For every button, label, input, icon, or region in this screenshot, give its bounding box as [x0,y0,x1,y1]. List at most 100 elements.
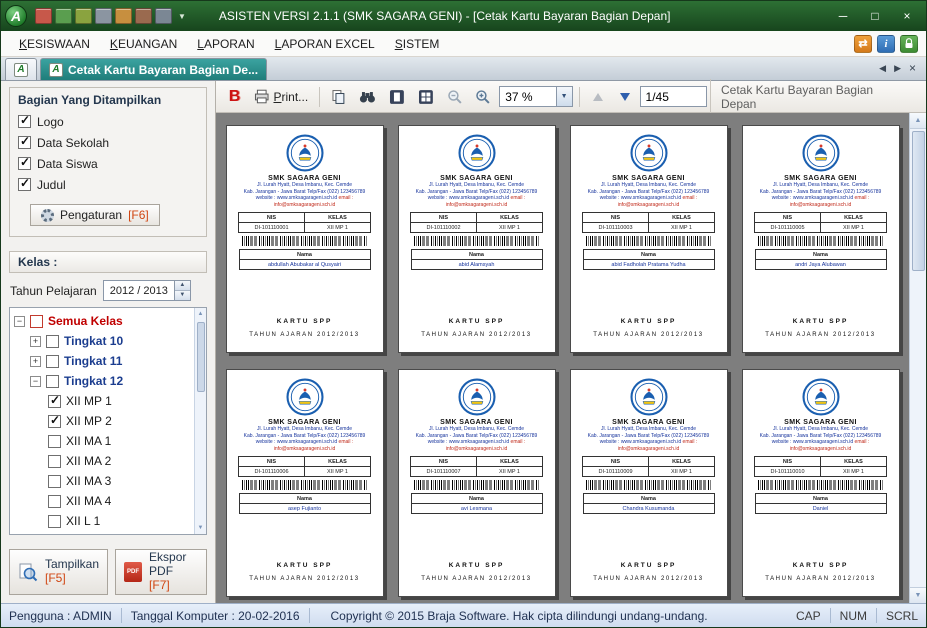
card-year-line: TAHUN AJARAN 2012/2013 [765,576,876,582]
expander-icon[interactable]: − [14,315,25,327]
sync-icon[interactable]: ⇄ [854,34,872,53]
qat-tools-icon[interactable] [115,8,132,24]
class-checkbox[interactable] [48,494,61,508]
sidebar: Bagian Yang Ditampilkan Logo Data Sekola… [1,81,216,603]
class-checkbox[interactable] [48,514,61,528]
info-icon[interactable]: i [877,34,895,53]
combo-dropdown-icon[interactable]: ▼ [555,87,572,106]
menu-kesiswaan[interactable]: KESISWAAN [9,32,100,56]
spinner-up-icon[interactable]: ▲ [174,281,190,290]
find-button[interactable] [354,85,381,109]
menu-laporan[interactable]: LAPORAN [187,32,264,56]
page-number-input[interactable] [640,87,706,106]
page-number-field[interactable] [639,86,707,107]
qat-icon-3[interactable] [75,8,92,24]
class-checkbox[interactable] [48,535,61,536]
qat-lock-icon[interactable] [95,8,112,24]
menu-keuangan[interactable]: KEUANGAN [100,32,187,56]
nis-value: DI-101110003 [582,222,649,233]
tab-scroll-left-icon[interactable]: ◀ [879,63,886,74]
scroll-down-icon[interactable]: ▼ [198,522,204,534]
tree-row-class[interactable]: XII MA 3 [48,471,192,491]
tree-row-tingkat-11[interactable]: + Tingkat 11 [30,351,192,371]
preview-scrollbar-thumb[interactable] [911,131,925,271]
card-website: website : www.smksagarageni.sch.id [255,439,338,445]
close-button[interactable]: × [892,5,922,27]
tab-home[interactable]: A [5,58,37,80]
tree-row-class[interactable]: XII MP 1 [48,391,192,411]
ekspor-pdf-button[interactable]: PDF Ekspor PDF [F7] [115,549,207,595]
class-checkbox[interactable] [48,413,61,428]
tree-row-tingkat-10[interactable]: + Tingkat 10 [30,331,192,351]
payment-card: SMK SAGARA GENI Jl. Lurah Hyatt, Desa Im… [569,125,728,353]
preview-scrollbar[interactable]: ▲ ▼ [909,113,926,603]
tree-row-class[interactable]: XII L 2 [48,531,192,536]
expander-icon[interactable]: + [30,355,41,367]
class-checkbox[interactable] [48,454,61,468]
option-data-siswa[interactable]: Data Siswa [18,153,198,174]
tree-scrollbar[interactable]: ▲ ▼ [194,308,206,534]
menu-laporan-excel[interactable]: LAPORAN EXCEL [265,32,385,56]
option-data-sekolah[interactable]: Data Sekolah [18,132,198,153]
spinner-down-icon[interactable]: ▼ [174,290,190,300]
logo-checkbox[interactable] [18,113,31,128]
option-logo[interactable]: Logo [18,111,198,132]
tree-row-class[interactable]: XII MA 2 [48,451,192,471]
minimize-button[interactable]: ─ [828,5,858,27]
judul-checkbox[interactable] [18,176,31,191]
zoom-in-button[interactable] [470,85,496,109]
tingkat-11-checkbox[interactable] [46,354,59,368]
tree-row-semua-kelas[interactable]: − Semua Kelas [14,311,192,331]
qat-icon-2[interactable] [55,8,72,24]
tampilkan-button[interactable]: Tampilkan [F5] [9,549,109,595]
tutwuri-handayani-logo-icon [629,134,668,172]
lock-icon[interactable] [900,34,918,53]
zoom-level-input[interactable] [500,87,556,106]
next-page-button[interactable] [613,85,637,109]
pengaturan-button[interactable]: Pengaturan [F6] [30,204,160,226]
qat-database-icon[interactable] [155,8,172,24]
scroll-up-icon[interactable]: ▲ [910,113,926,129]
expander-icon[interactable]: − [30,375,41,387]
tree-row-class[interactable]: XII L 1 [48,511,192,531]
scroll-up-icon[interactable]: ▲ [198,308,204,320]
data-sekolah-checkbox[interactable] [18,134,31,149]
zoom-level-combo[interactable]: ▼ [499,86,573,107]
qat-dropdown-icon[interactable]: ▼ [175,12,189,21]
tree-row-class[interactable]: XII MA 1 [48,431,192,451]
tahun-pelajaran-spinner[interactable]: 2012 / 2013 ▲ ▼ [102,280,191,301]
expander-icon[interactable]: + [30,335,41,347]
menu-sistem[interactable]: SISTEM [385,32,450,56]
qat-icon-6[interactable] [135,8,152,24]
tree-scrollbar-thumb[interactable] [196,322,205,392]
print-button[interactable]: Print... [249,85,313,109]
tree-row-class[interactable]: XII MA 4 [48,491,192,511]
scroll-down-icon[interactable]: ▼ [910,587,926,603]
tingkat-10-checkbox[interactable] [46,334,59,348]
maximize-button[interactable]: □ [860,5,890,27]
tingkat-12-checkbox[interactable] [46,374,59,388]
tab-scroll-right-icon[interactable]: ▶ [894,63,901,74]
tahun-pelajaran-value[interactable]: 2012 / 2013 [104,285,174,297]
option-judul[interactable]: Judul [18,174,198,195]
card-id-table: NIS KELAS DI-101110006 XII MP 1 [238,456,371,477]
card-year-line: TAHUN AJARAN 2012/2013 [593,332,704,338]
multi-page-view-button[interactable] [413,85,439,109]
copy-button[interactable] [326,85,351,109]
tab-close-icon[interactable]: × [909,61,916,75]
qat-icon-1[interactable] [35,8,52,24]
tab-cetak-kartu[interactable]: A Cetak Kartu Bayaran Bagian De... [40,58,268,80]
class-checkbox[interactable] [48,393,61,408]
payment-card: SMK SAGARA GENI Jl. Lurah Hyatt, Desa Im… [741,125,900,353]
previous-page-button[interactable] [586,85,610,109]
class-checkbox[interactable] [48,434,61,448]
zoom-in-icon [476,89,490,104]
tree-row-class[interactable]: XII MP 2 [48,411,192,431]
zoom-out-button[interactable] [442,85,468,109]
single-page-view-button[interactable] [384,85,410,109]
tab-active-icon: A [49,62,63,77]
data-siswa-checkbox[interactable] [18,155,31,170]
semua-kelas-checkbox[interactable] [30,314,43,328]
class-checkbox[interactable] [48,474,61,488]
tree-row-tingkat-12[interactable]: − Tingkat 12 [30,371,192,391]
